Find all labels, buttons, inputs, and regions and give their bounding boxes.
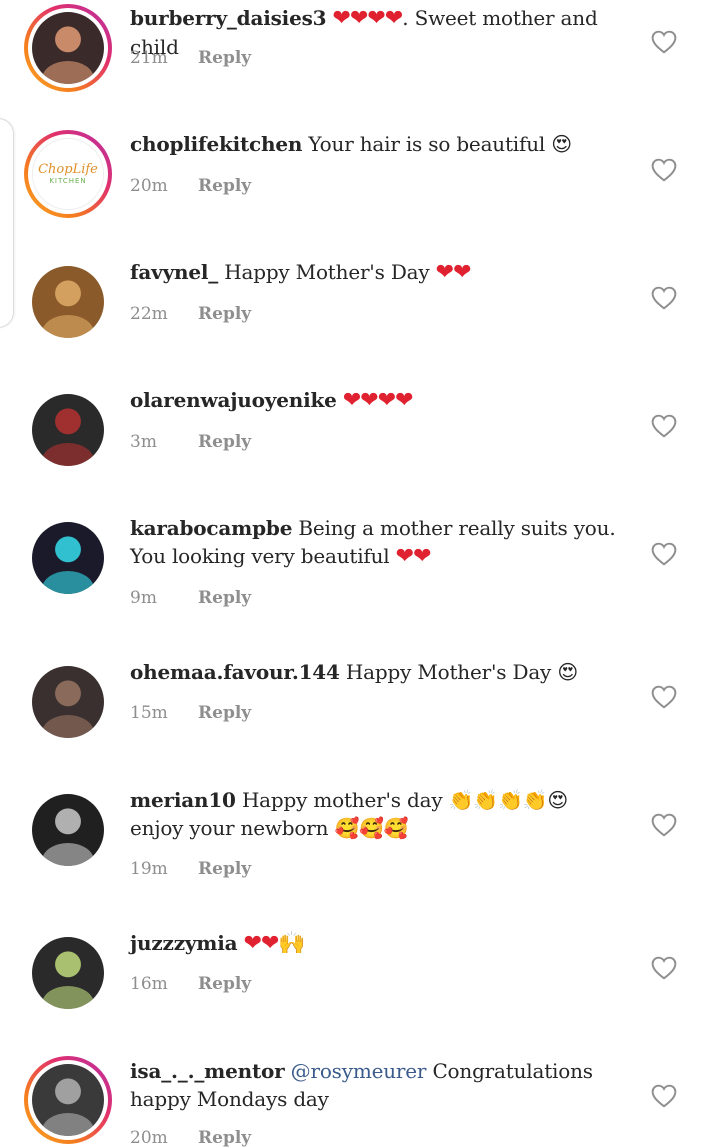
dress-photo-image [32, 394, 104, 466]
reply-button[interactable]: Reply [198, 48, 251, 68]
emoji: ❤❤🙌 [243, 931, 306, 956]
timestamp: 9m [130, 588, 157, 608]
comment-meta: 22m Reply [130, 304, 251, 324]
avatar[interactable] [32, 394, 104, 466]
like-heart-icon[interactable] [651, 286, 677, 310]
comment-text: merian10 Happy mother's day 👏👏👏👏😍 enjoy y… [130, 786, 620, 842]
comment-meta: 15m Reply [130, 703, 251, 723]
comment-meta: 9m Reply [130, 588, 251, 608]
curly-hair-portrait-image [32, 266, 104, 338]
comment-text: favynel_ Happy Mother's Day ❤❤ [130, 258, 620, 287]
timestamp: 3m [130, 432, 157, 452]
username-link[interactable]: juzzzymia [130, 931, 238, 955]
username-link[interactable]: isa_._._mentor [130, 1059, 285, 1083]
selfie-portrait-image [32, 666, 104, 738]
emoji: 😍 [557, 660, 578, 684]
reply-button[interactable]: Reply [198, 703, 251, 723]
story-ring-avatar[interactable] [24, 4, 112, 92]
comment-text: olarenwajuoyenike ❤❤❤❤ [130, 386, 620, 415]
emoji: ❤❤ [435, 260, 472, 285]
reply-button[interactable]: Reply [198, 859, 251, 879]
like-heart-icon[interactable] [651, 813, 677, 837]
like-heart-icon[interactable] [651, 414, 677, 438]
comment-meta: 21m Reply [130, 48, 251, 68]
story-ring-avatar[interactable] [24, 1056, 112, 1144]
emoji: ❤❤ [395, 544, 432, 569]
comment-body: Happy Mother's Day [224, 260, 430, 284]
portrait-green-image [32, 937, 104, 1009]
like-heart-icon[interactable] [651, 30, 677, 54]
comment-meta: 20m Reply [130, 1128, 251, 1148]
reply-button[interactable]: Reply [198, 432, 251, 452]
username-link[interactable]: ohemaa.favour.144 [130, 660, 340, 684]
choplife-logo: ChopLife KITCHEN [32, 138, 104, 210]
comment-meta: 3m Reply [130, 432, 251, 452]
username-link[interactable]: choplifekitchen [130, 132, 302, 156]
timestamp: 21m [130, 48, 168, 68]
side-panel-handle[interactable] [0, 118, 14, 328]
like-heart-icon[interactable] [651, 158, 677, 182]
reply-button[interactable]: Reply [198, 974, 251, 994]
woman-portrait-image [32, 12, 104, 84]
reply-button[interactable]: Reply [198, 176, 251, 196]
avatar[interactable] [32, 937, 104, 1009]
art-portrait-image [32, 522, 104, 594]
comment-text: ohemaa.favour.144 Happy Mother's Day 😍 [130, 658, 620, 686]
username-link[interactable]: merian10 [130, 788, 236, 812]
comment-text: juzzzymia ❤❤🙌 [130, 929, 620, 958]
emoji: 😍 [551, 132, 572, 156]
timestamp: 15m [130, 703, 168, 723]
timestamp: 20m [130, 1128, 168, 1148]
avatar[interactable] [32, 266, 104, 338]
comment-meta: 19m Reply [130, 859, 251, 879]
logo-text: ChopLife [38, 162, 98, 177]
comment-body: Happy mother's day [241, 788, 443, 812]
username-link[interactable]: favynel_ [130, 260, 218, 284]
comment-body: Happy Mother's Day [345, 660, 552, 684]
comment-text: karabocampbe Being a mother really suits… [130, 514, 620, 571]
username-link[interactable]: karabocampbe [130, 516, 292, 540]
comment-text: isa_._._mentor @rosymeurer Congratulatio… [130, 1057, 620, 1113]
man-portrait-image [32, 1064, 104, 1136]
timestamp: 22m [130, 304, 168, 324]
emoji: 👏👏👏👏😍 [448, 788, 569, 812]
like-heart-icon[interactable] [651, 1084, 677, 1108]
emoji: 🥰🥰🥰 [334, 816, 409, 840]
avatar[interactable] [32, 794, 104, 866]
like-heart-icon[interactable] [651, 542, 677, 566]
username-link[interactable]: burberry_daisies3 [130, 6, 327, 30]
timestamp: 19m [130, 859, 168, 879]
reply-button[interactable]: Reply [198, 588, 251, 608]
reply-button[interactable]: Reply [198, 1128, 251, 1148]
avatar[interactable] [32, 522, 104, 594]
comment-body: enjoy your newborn [130, 816, 329, 840]
timestamp: 16m [130, 974, 168, 994]
reply-button[interactable]: Reply [198, 304, 251, 324]
comment-body: Your hair is so beautiful [308, 132, 546, 156]
emoji: ❤❤❤❤ [342, 388, 414, 413]
comment-meta: 16m Reply [130, 974, 251, 994]
emoji: ❤❤❤❤ [332, 6, 404, 31]
bw-portrait-image [32, 794, 104, 866]
timestamp: 20m [130, 176, 168, 196]
mention-link[interactable]: @rosymeurer [291, 1059, 427, 1083]
avatar[interactable] [32, 666, 104, 738]
comment-text: choplifekitchen Your hair is so beautifu… [130, 130, 620, 158]
username-link[interactable]: olarenwajuoyenike [130, 388, 337, 412]
story-ring-avatar[interactable]: ChopLife KITCHEN [24, 130, 112, 218]
logo-subtext: KITCHEN [49, 177, 87, 185]
like-heart-icon[interactable] [651, 956, 677, 980]
comment-meta: 20m Reply [130, 176, 251, 196]
like-heart-icon[interactable] [651, 685, 677, 709]
